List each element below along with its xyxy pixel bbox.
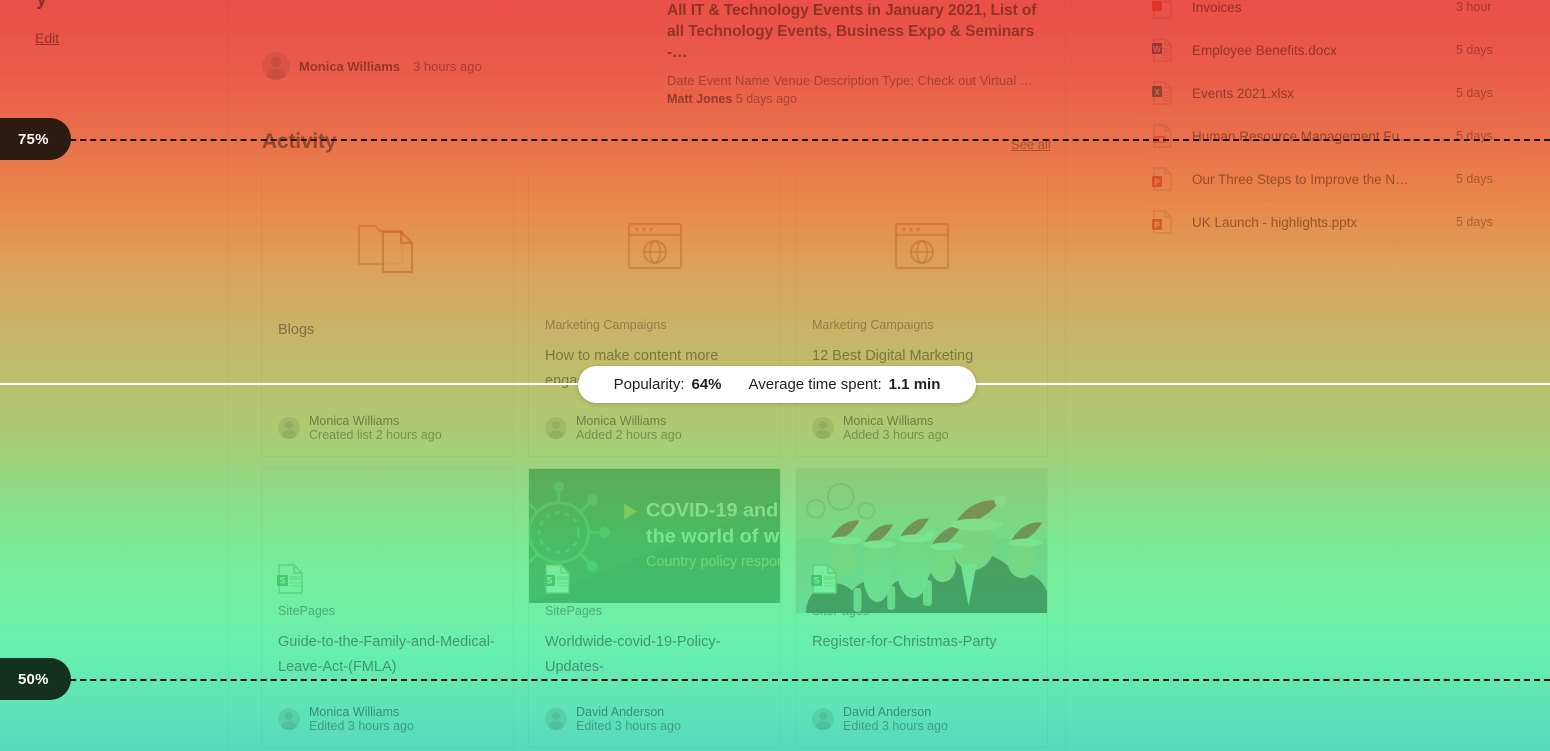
screenshot-root: y Edit All IT & Technology Events in Jan… [0, 0, 1550, 751]
tooltip-time-value: 1.1 min [888, 376, 941, 393]
tooltip-popularity-label: Popularity: [613, 376, 685, 393]
heatmap-dashed-line [0, 139, 1550, 141]
heatmap-tooltip: Popularity: 64% Average time spent: 1.1 … [578, 366, 976, 403]
heatmap-scale-badge: 75% [0, 118, 71, 160]
heatmap-scale-badge: 50% [0, 658, 71, 700]
heatmap-dashed-line [0, 679, 1550, 681]
tooltip-popularity-value: 64% [691, 376, 722, 393]
tooltip-time-label: Average time spent: [748, 376, 882, 393]
